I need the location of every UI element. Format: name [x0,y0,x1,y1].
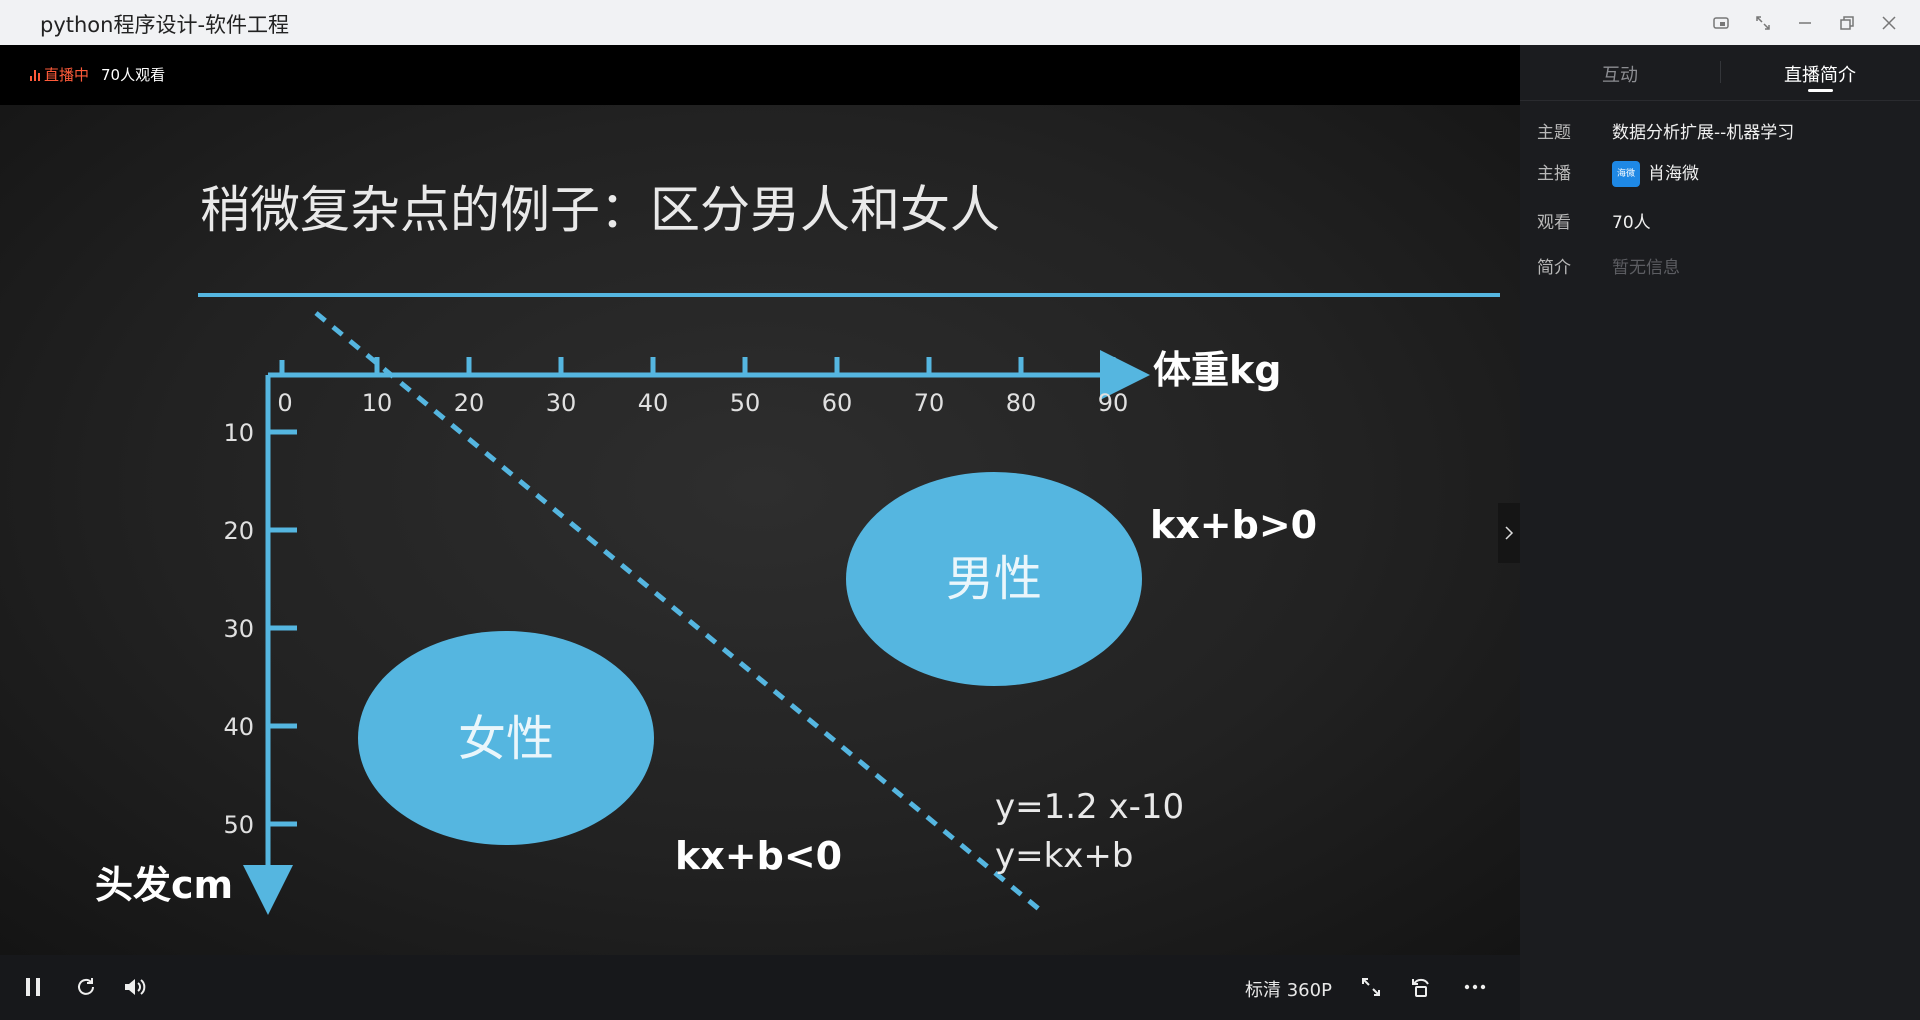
x-tick-label: 10 [362,389,393,417]
live-badge: 直播中 [30,64,89,85]
window-title: python程序设计-软件工程 [40,13,290,37]
window-controls [1700,0,1910,45]
window-titlebar: python程序设计-软件工程 [0,0,1920,46]
rotate-button[interactable] [1406,972,1436,1002]
tab-interaction[interactable]: 互动 [1602,61,1638,87]
y-tick-label: 30 [223,615,254,643]
x-tick-label: 0 [277,389,292,417]
close-button[interactable] [1868,0,1910,45]
more-icon [1464,984,1486,990]
pause-button[interactable] [20,972,46,1002]
player-controls: 标清 360P [0,955,1520,1020]
x-tick-label: 80 [1006,389,1037,417]
active-tab-indicator [1808,89,1833,92]
equation-general: y=kx+b [995,836,1134,876]
pin-icon [1713,16,1729,29]
host-name: 肖海微 [1648,164,1699,184]
video-stage: 直播中 70人观看 稍微复杂点的例子：区分男人和女人 0 10 20 30 40 50 60… [0,45,1520,1020]
info-intro-row: 简介 暂无信息 [1537,253,1680,278]
topic-value: 数据分析扩展--机器学习 [1612,123,1795,143]
y-axis-label: 头发cm [95,863,233,907]
y-tick-label: 10 [223,419,254,447]
panel-tabs: 互动 直播简介 [1520,45,1920,101]
slide-chalkboard: 稍微复杂点的例子：区分男人和女人 0 10 20 30 40 50 60 70 80 90 10 2… [95,181,1500,915]
tab-divider [1720,61,1721,83]
chevron-right-icon [1505,526,1514,540]
intro-label: 简介 [1537,258,1571,278]
more-button[interactable] [1460,972,1490,1002]
x-tick-label: 30 [546,389,577,417]
live-info-panel: 互动 直播简介 主题 数据分析扩展--机器学习 主播 海微 肖海微 观看 70人 简介 暂… [1520,45,1920,1020]
minimize-icon [1799,21,1811,24]
rotate-icon [1412,978,1429,997]
restore-icon [1840,15,1854,30]
fullscreen-icon [1756,15,1770,30]
tab-live-intro[interactable]: 直播简介 [1784,61,1856,87]
y-axis-ticks: 10 20 30 40 50 [223,419,297,839]
pause-icon [26,978,40,996]
x-tick-label: 40 [638,389,669,417]
host-label: 主播 [1537,164,1571,184]
equation-specific: y=1.2 x-10 [995,787,1184,827]
refresh-icon [78,978,94,995]
refresh-button[interactable] [72,972,100,1002]
male-label: 男性 [946,551,1042,607]
info-topic-row: 主题 数据分析扩展--机器学习 [1537,118,1794,143]
x-tick-label: 70 [914,389,945,417]
positive-region-label: kx+b>0 [1150,503,1317,547]
x-axis-label: 体重kg [1153,348,1281,392]
fullscreen-button[interactable] [1356,972,1386,1002]
x-tick-label: 20 [454,389,485,417]
viewer-count: 70人观看 [101,66,166,84]
video-player[interactable]: 稍微复杂点的例子：区分男人和女人 0 10 20 30 40 50 60 70 80 90 10 2… [0,105,1520,955]
slide-title: 稍微复杂点的例子：区分男人和女人 [200,181,1000,239]
views-value: 70人 [1612,213,1651,233]
x-tick-label: 90 [1098,389,1129,417]
intro-value: 暂无信息 [1612,258,1680,278]
y-tick-label: 40 [223,713,254,741]
close-icon [1882,15,1896,30]
topic-label: 主题 [1537,123,1571,143]
views-label: 观看 [1537,213,1571,233]
fullscreen-icon [1362,978,1380,996]
volume-icon [125,979,146,995]
y-tick-label: 50 [223,811,254,839]
volume-button[interactable] [120,972,150,1002]
y-tick-label: 20 [223,517,254,545]
live-status-text: 直播中 [44,66,90,84]
quality-selector[interactable]: 标清 360P [1245,976,1332,1002]
female-label: 女性 [458,711,554,767]
x-tick-label: 60 [822,389,853,417]
info-views-row: 观看 70人 [1537,208,1651,233]
info-host-row: 主播 海微 肖海微 [1537,159,1699,187]
panel-toggle-button[interactable] [1498,503,1520,563]
live-status-bar: 直播中 70人观看 [0,45,1520,105]
x-tick-label: 50 [730,389,761,417]
negative-region-label: kx+b<0 [675,834,842,878]
avatar: 海微 [1612,161,1640,187]
restore-button[interactable] [1826,0,1868,45]
pin-button[interactable] [1700,0,1742,45]
minimize-button[interactable] [1784,0,1826,45]
live-signal-icon [30,69,40,81]
fullscreen-window-button[interactable] [1742,0,1784,45]
